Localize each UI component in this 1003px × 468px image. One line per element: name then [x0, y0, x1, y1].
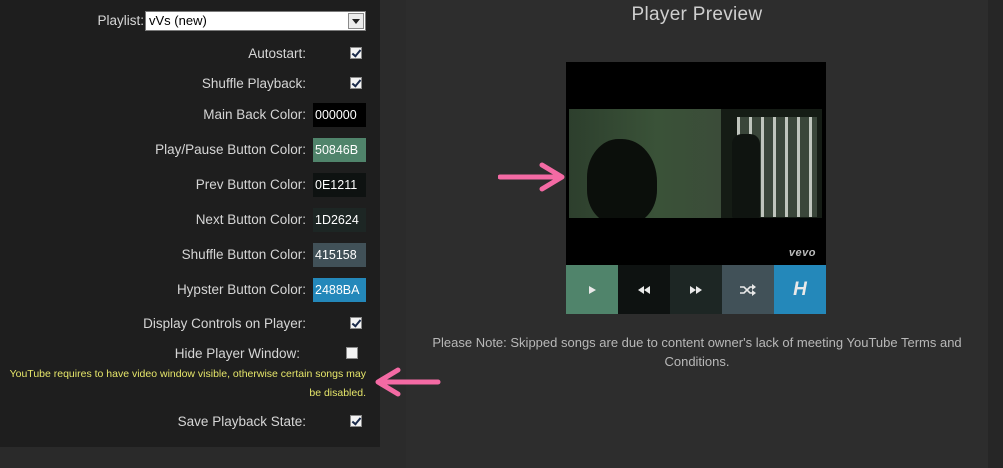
shuffle-color-field[interactable]: 415158: [313, 243, 366, 267]
hide-player-checkbox[interactable]: [346, 347, 358, 359]
video-frame[interactable]: [569, 109, 822, 218]
prev-color-label: Prev Button Color:: [195, 177, 306, 192]
display-controls-label: Display Controls on Player:: [143, 316, 306, 331]
save-state-checkbox[interactable]: [350, 415, 362, 427]
playlist-select[interactable]: vVs (new): [145, 11, 366, 31]
panel-gap: [380, 0, 406, 468]
hide-player-label: Hide Player Window:: [174, 346, 300, 361]
vevo-logo: vevo: [788, 247, 816, 259]
hypster-button[interactable]: H: [774, 265, 826, 314]
video-scene-figure: [732, 134, 760, 218]
autostart-checkbox[interactable]: [350, 47, 362, 59]
preview-title: Player Preview: [631, 4, 763, 25]
save-state-label: Save Playback State:: [177, 414, 306, 429]
display-controls-checkbox[interactable]: [350, 317, 362, 329]
play-icon: [589, 285, 596, 294]
annotation-arrow-left-icon: [375, 367, 441, 397]
playlist-label: Playlist:: [97, 13, 144, 28]
hypster-color-label: Hypster Button Color:: [176, 282, 306, 297]
annotation-arrow-right-icon: [498, 162, 565, 192]
chevron-down-icon[interactable]: [348, 13, 364, 29]
next-color-field[interactable]: 1D2624: [313, 208, 366, 232]
shuffle-playback-label: Shuffle Playback:: [201, 76, 306, 91]
playlist-value: vVs (new): [149, 13, 207, 28]
shuffle-playback-checkbox[interactable]: [350, 77, 362, 89]
video-scene-head: [587, 139, 657, 218]
hypster-color-field[interactable]: 2488BA: [313, 278, 366, 302]
shuffle-button[interactable]: [722, 265, 774, 314]
rewind-icon: [638, 285, 650, 294]
autostart-label: Autostart:: [248, 46, 306, 61]
play-pause-color-label: Play/Pause Button Color:: [155, 142, 306, 157]
right-edge-strip: [988, 0, 1003, 468]
shuffle-icon: [740, 283, 756, 296]
player-preview[interactable]: vevo H: [566, 62, 826, 314]
next-color-label: Next Button Color:: [195, 212, 306, 227]
playback-note: Please Note: Skipped songs are due to co…: [432, 335, 962, 369]
play-button[interactable]: [566, 265, 618, 314]
prev-button[interactable]: [618, 265, 670, 314]
play-pause-color-field[interactable]: 50846B: [313, 138, 366, 162]
settings-panel: Playlist: vVs (new) Autostart: Shuffle P…: [0, 0, 380, 447]
main-back-color-field[interactable]: 000000: [313, 103, 366, 127]
fast-forward-icon: [690, 285, 702, 294]
hide-player-warning: YouTube requires to have video window vi…: [9, 368, 366, 399]
prev-color-field[interactable]: 0E1211: [313, 173, 366, 197]
shuffle-color-label: Shuffle Button Color:: [181, 247, 306, 262]
hypster-icon: H: [793, 278, 807, 300]
main-back-color-label: Main Back Color:: [203, 107, 306, 122]
next-button[interactable]: [670, 265, 722, 314]
